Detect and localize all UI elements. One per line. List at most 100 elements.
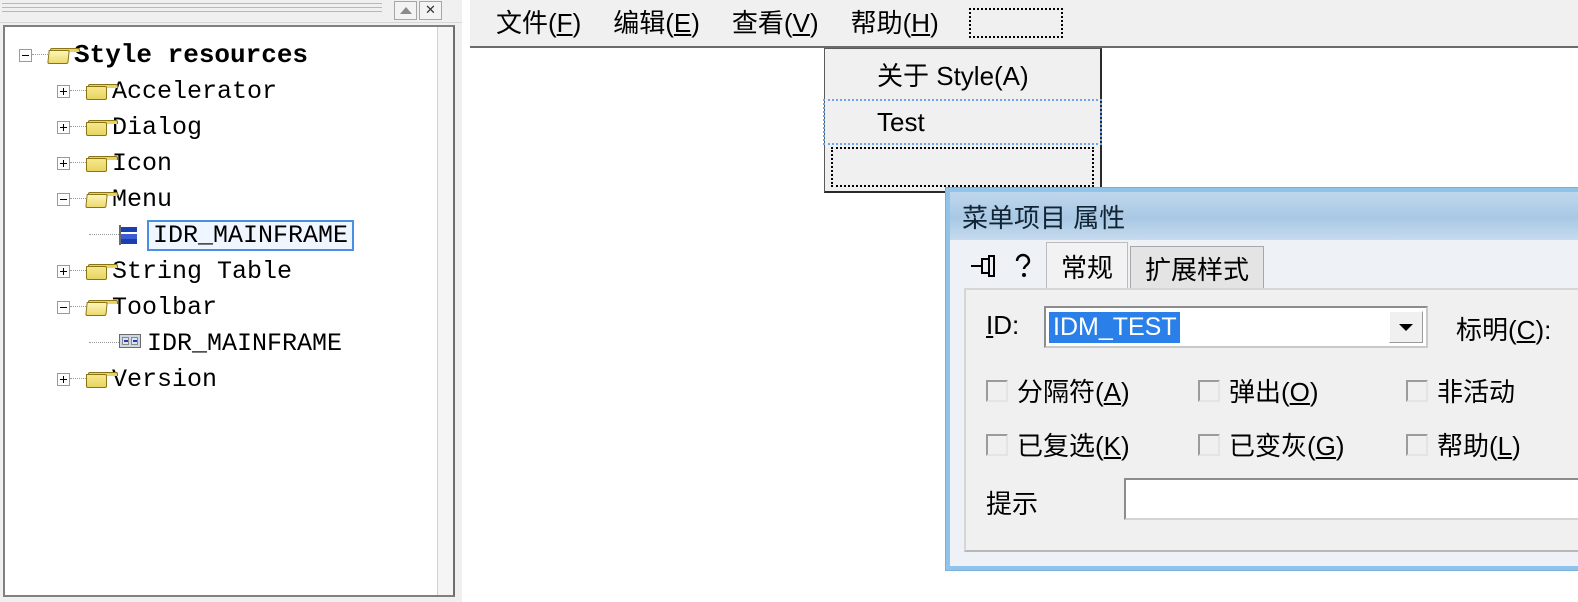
tree-line [70,378,86,380]
menu-item-properties-dialog: 菜单项目 属性 ✕ 常规 扩展样式 [946,188,1578,570]
checkbox-box[interactable] [1198,433,1220,456]
menu-item-file[interactable]: 文件(F) [494,7,583,39]
tree-line [89,342,119,344]
prompt-input[interactable] [1124,478,1578,520]
tree-toggle-plus-icon[interactable] [57,264,70,278]
checkbox-label-text: 非活动 [1437,377,1516,407]
menu-item-help-accelerator: H [911,8,931,38]
menu-item-view-tail: ) [809,8,819,38]
tree-item-version[interactable]: Version [19,361,354,397]
checkbox-label: 帮助(L) [1437,426,1521,463]
checkbox-label-accelerator: G [1315,431,1336,461]
id-input-value[interactable]: IDM_TEST [1049,311,1180,343]
tree-line [70,162,86,164]
tree-item-toolbar-idr-mainframe[interactable]: IDR_MAINFRAME [19,325,354,361]
checkbox-label-tail: ) [1121,431,1130,461]
tree-item-label: IDR_MAINFRAME [147,328,343,358]
tree-toggle-plus-icon[interactable] [57,156,70,170]
checkbox-label: 已复选(K) [1017,426,1130,463]
menu-item-help[interactable]: 帮助(H) [849,7,941,39]
id-label-text: D: [993,310,1020,340]
tree-vertical-scrollbar[interactable] [437,27,453,595]
resource-tree-panel: ✕ Style resources Accelerator Dialog Ico… [0,0,462,602]
checkbox-label-text: 弹出( [1229,377,1290,407]
checkbox-label-accelerator: L [1497,431,1513,461]
menu-item-edit[interactable]: 编辑(E) [611,7,702,39]
tree-item-label: String Table [112,256,293,286]
menu-editor-pane: 文件(F) 编辑(E) 查看(V) 帮助(H) 关于 Style(A) Test… [470,0,1578,602]
checkbox-separator[interactable]: 分隔符(A) [986,372,1130,409]
tree-rename-input[interactable]: IDR_MAINFRAME [147,219,355,251]
checkbox-help[interactable]: 帮助(L) [1406,426,1521,463]
dialog-tabstrip: 常规 扩展样式 [950,240,1578,290]
checkbox-box[interactable] [986,433,1008,456]
tree-item-label: Accelerator [112,76,278,106]
menu-item-help-text: 帮助( [850,8,912,38]
tree-line [89,234,119,236]
prompt-label: 提示 [986,489,1039,519]
checkbox-box[interactable] [986,379,1008,402]
dropdown-item-test[interactable]: Test [823,99,1102,145]
checkbox-label-tail: ) [1512,431,1521,461]
tree-item-menu[interactable]: Menu [19,181,354,217]
tree-toggle-minus-icon[interactable] [57,300,70,314]
checkbox-popup[interactable]: 弹出(O) [1198,372,1319,409]
tree-item-label: Version [112,364,218,394]
close-icon: ✕ [425,3,436,18]
menu-item-file-text: 文件( [496,8,557,38]
dialog-titlebar[interactable]: 菜单项目 属性 ✕ [950,192,1578,240]
tree-item-string-table[interactable]: String Table [19,253,354,289]
folder-icon [86,155,118,172]
close-window-button[interactable]: ✕ [419,1,442,20]
tree-line [70,126,86,128]
tree-item-style-resources[interactable]: Style resources [19,37,354,73]
menu-item-edit-text: 编辑( [613,8,674,38]
checkbox-box[interactable] [1198,379,1220,402]
menu-item-view[interactable]: 查看(V) [730,7,821,39]
restore-window-button[interactable] [394,1,417,20]
menu-resource-icon [119,224,141,245]
tree-item-menu-idr-mainframe[interactable]: IDR_MAINFRAME [19,217,355,253]
checkbox-grayed[interactable]: 已变灰(G) [1198,426,1345,463]
folder-icon [86,119,118,136]
checkbox-label-accelerator: A [1103,377,1122,407]
resource-tree-frame: Style resources Accelerator Dialog Icon … [3,25,455,597]
tree-toggle-plus-icon[interactable] [57,372,70,386]
tree-toggle-minus-icon[interactable] [19,48,32,62]
checkbox-label-text: 帮助( [1437,431,1498,461]
resource-tree[interactable]: Style resources Accelerator Dialog Icon … [5,27,355,397]
menu-item-file-accelerator: F [556,8,573,38]
tree-item-icon[interactable]: Icon [19,145,354,181]
checkbox-label-tail: ) [1335,431,1345,461]
checkbox-label-accelerator: K [1103,431,1122,461]
id-dropdown-button[interactable] [1389,311,1423,343]
tree-toggle-plus-icon[interactable] [57,120,70,134]
checkbox-label: 弹出(O) [1229,372,1319,409]
titlebar-decoration-lines [2,3,382,17]
dropdown-new-item-placeholder[interactable] [831,147,1094,187]
checkbox-inactive[interactable]: 非活动 [1406,372,1515,409]
tab-extended-styles[interactable]: 扩展样式 [1130,246,1265,290]
menu-item-view-accelerator: V [792,8,810,38]
help-icon[interactable] [1004,246,1044,286]
id-combobox[interactable]: IDM_TEST [1044,306,1428,348]
pin-icon[interactable] [964,246,1004,286]
checkbox-checked[interactable]: 已复选(K) [986,426,1130,463]
dropdown-item-about-style[interactable]: 关于 Style(A) [825,51,1100,97]
tree-item-toolbar[interactable]: Toolbar [19,289,354,325]
tree-item-accelerator[interactable]: Accelerator [19,73,354,109]
menu-item-edit-tail: ) [691,8,700,38]
tree-toggle-minus-icon[interactable] [57,192,70,206]
tab-general[interactable]: 常规 [1046,242,1129,290]
tree-item-dialog[interactable]: Dialog [19,109,354,145]
folder-icon [86,263,118,280]
menu-bar-new-item-placeholder[interactable] [968,8,1063,38]
checkbox-label-tail: ) [1121,377,1130,407]
caption-label-accelerator: C [1516,315,1536,345]
menu-item-file-tail: ) [572,8,582,38]
tree-toggle-plus-icon[interactable] [57,84,70,98]
checkbox-box[interactable] [1406,379,1428,402]
checkbox-box[interactable] [1406,433,1428,456]
tree-line [70,270,86,272]
checkbox-label-tail: ) [1309,377,1319,407]
